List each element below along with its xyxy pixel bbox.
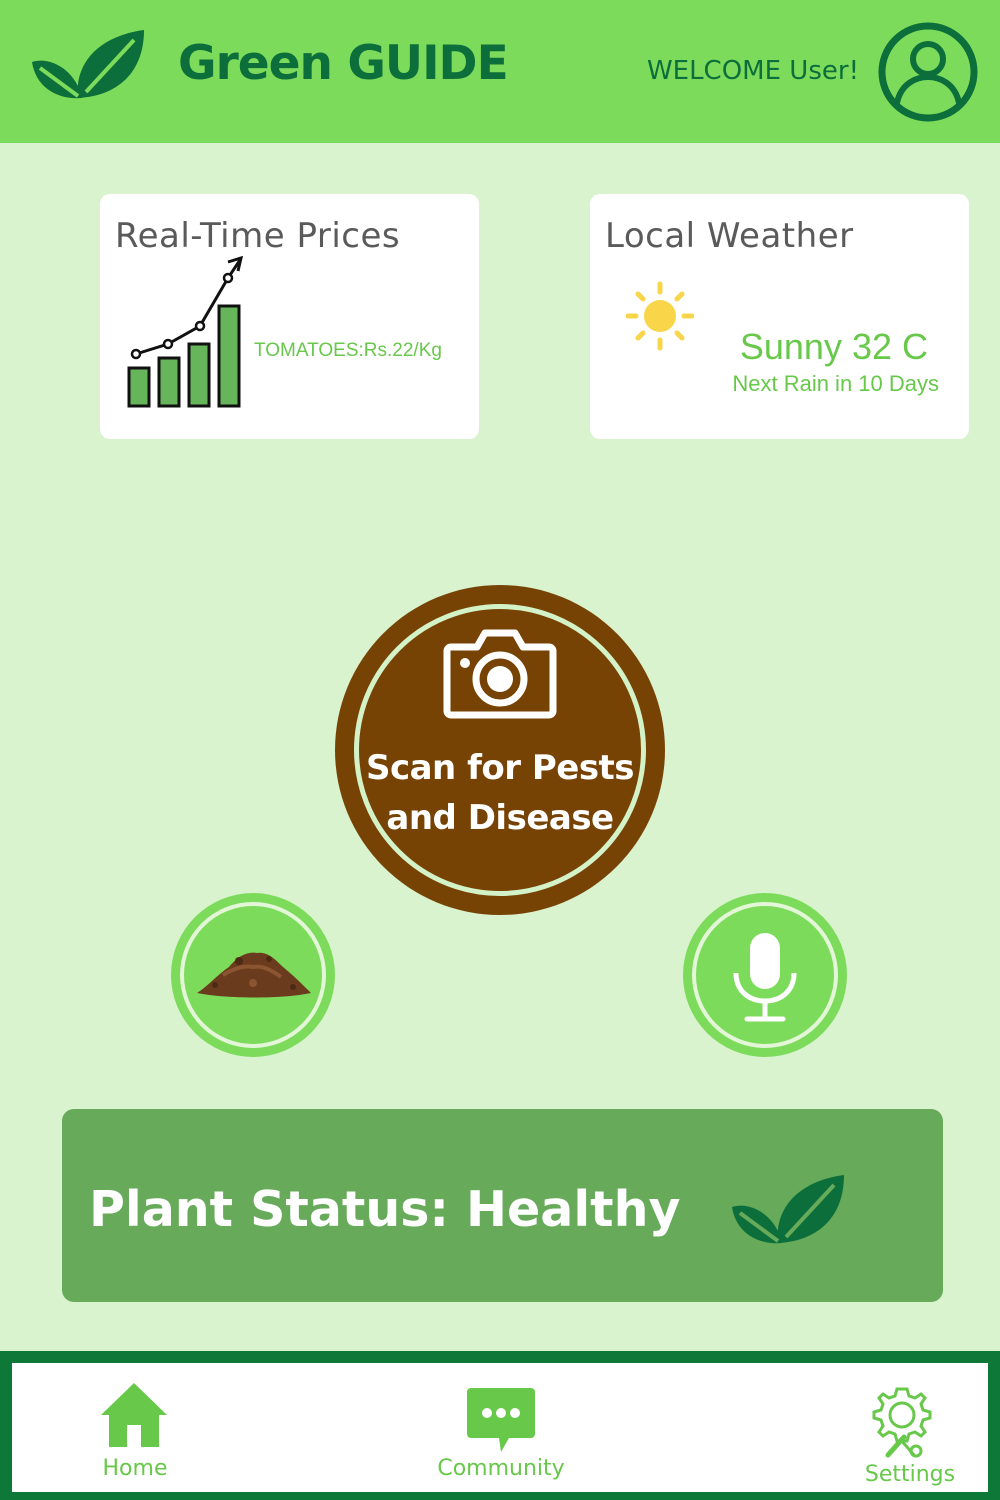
app-title: Green GUIDE: [178, 36, 509, 91]
voice-input-button[interactable]: [683, 893, 847, 1057]
app-header: Green GUIDE WELCOME User!: [0, 0, 1000, 143]
plant-status-panel: Plant Status: Healthy: [62, 1109, 943, 1302]
leaves-icon: [732, 1175, 844, 1244]
nav-home-label: Home: [102, 1456, 168, 1481]
tomato-price: TOMATOES:Rs.22/Kg: [254, 340, 442, 361]
nav-community-label: Community: [437, 1456, 565, 1481]
nav-community[interactable]: Community: [412, 1363, 602, 1500]
scan-pests-button[interactable]: Scan for Pests and Disease: [335, 585, 665, 915]
camera-icon: [443, 629, 557, 719]
nav-settings-label: Settings: [864, 1462, 956, 1487]
nav-home[interactable]: Home: [70, 1363, 200, 1500]
weather-card-title: Local Weather: [605, 216, 854, 256]
welcome-text: WELCOME User!: [646, 56, 859, 86]
local-weather-card[interactable]: Local Weather Sunny 32 C Next Rain in 10…: [590, 194, 969, 439]
prices-card-title: Real-Time Prices: [115, 216, 401, 256]
weather-condition: Sunny 32 C: [739, 326, 928, 367]
gear-icon: [872, 1387, 932, 1458]
home-icon: [101, 1383, 167, 1447]
sun-icon: [626, 281, 694, 351]
plant-status-text: Plant Status: Healthy: [89, 1181, 681, 1238]
growth-chart-icon: [127, 256, 244, 408]
user-avatar-icon[interactable]: [877, 21, 979, 123]
chat-icon: [467, 1388, 535, 1452]
leaves-icon: [32, 30, 144, 99]
microphone-icon: [733, 933, 797, 1022]
rain-forecast: Next Rain in 10 Days: [732, 371, 939, 396]
scan-button-label: Scan for Pests and Disease: [365, 748, 635, 838]
real-time-prices-card[interactable]: Real-Time Prices TOMATOES:Rs.22/Kg: [100, 194, 479, 439]
bottom-navigation: Home Community Settings: [0, 1351, 1000, 1500]
nav-settings[interactable]: Settings: [832, 1363, 972, 1500]
soil-analysis-button[interactable]: [171, 893, 335, 1057]
soil-icon: [197, 952, 311, 998]
